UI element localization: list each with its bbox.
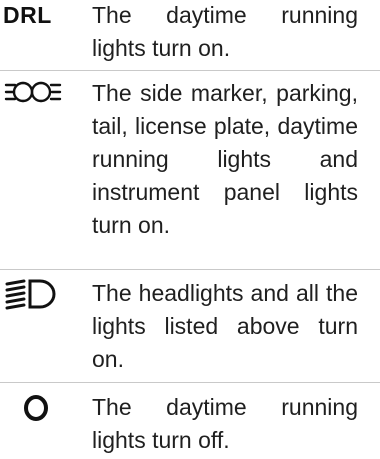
list-item-drl: DRL The daytime running lights turn on.	[0, 0, 380, 70]
headlight-icon	[5, 279, 56, 310]
list-item-side-marker: The side marker, parking, tail, license …	[0, 70, 380, 269]
drl-symbol: DRL	[3, 2, 52, 28]
item-description: The daytime running lights turn off.	[92, 394, 358, 453]
side-marker-light-icon	[4, 81, 62, 103]
list-item-headlight: The headlights and all the lights listed…	[0, 269, 380, 382]
item-description: The side marker, parking, tail, license …	[92, 80, 358, 238]
list-item-off: The daytime running lights turn off.	[0, 382, 380, 459]
light-switch-list: DRL The daytime running lights turn on.	[0, 0, 380, 459]
off-circle-icon	[24, 395, 48, 421]
item-description: The daytime running lights turn on.	[92, 2, 358, 61]
item-description: The headlights and all the lights listed…	[92, 280, 358, 372]
